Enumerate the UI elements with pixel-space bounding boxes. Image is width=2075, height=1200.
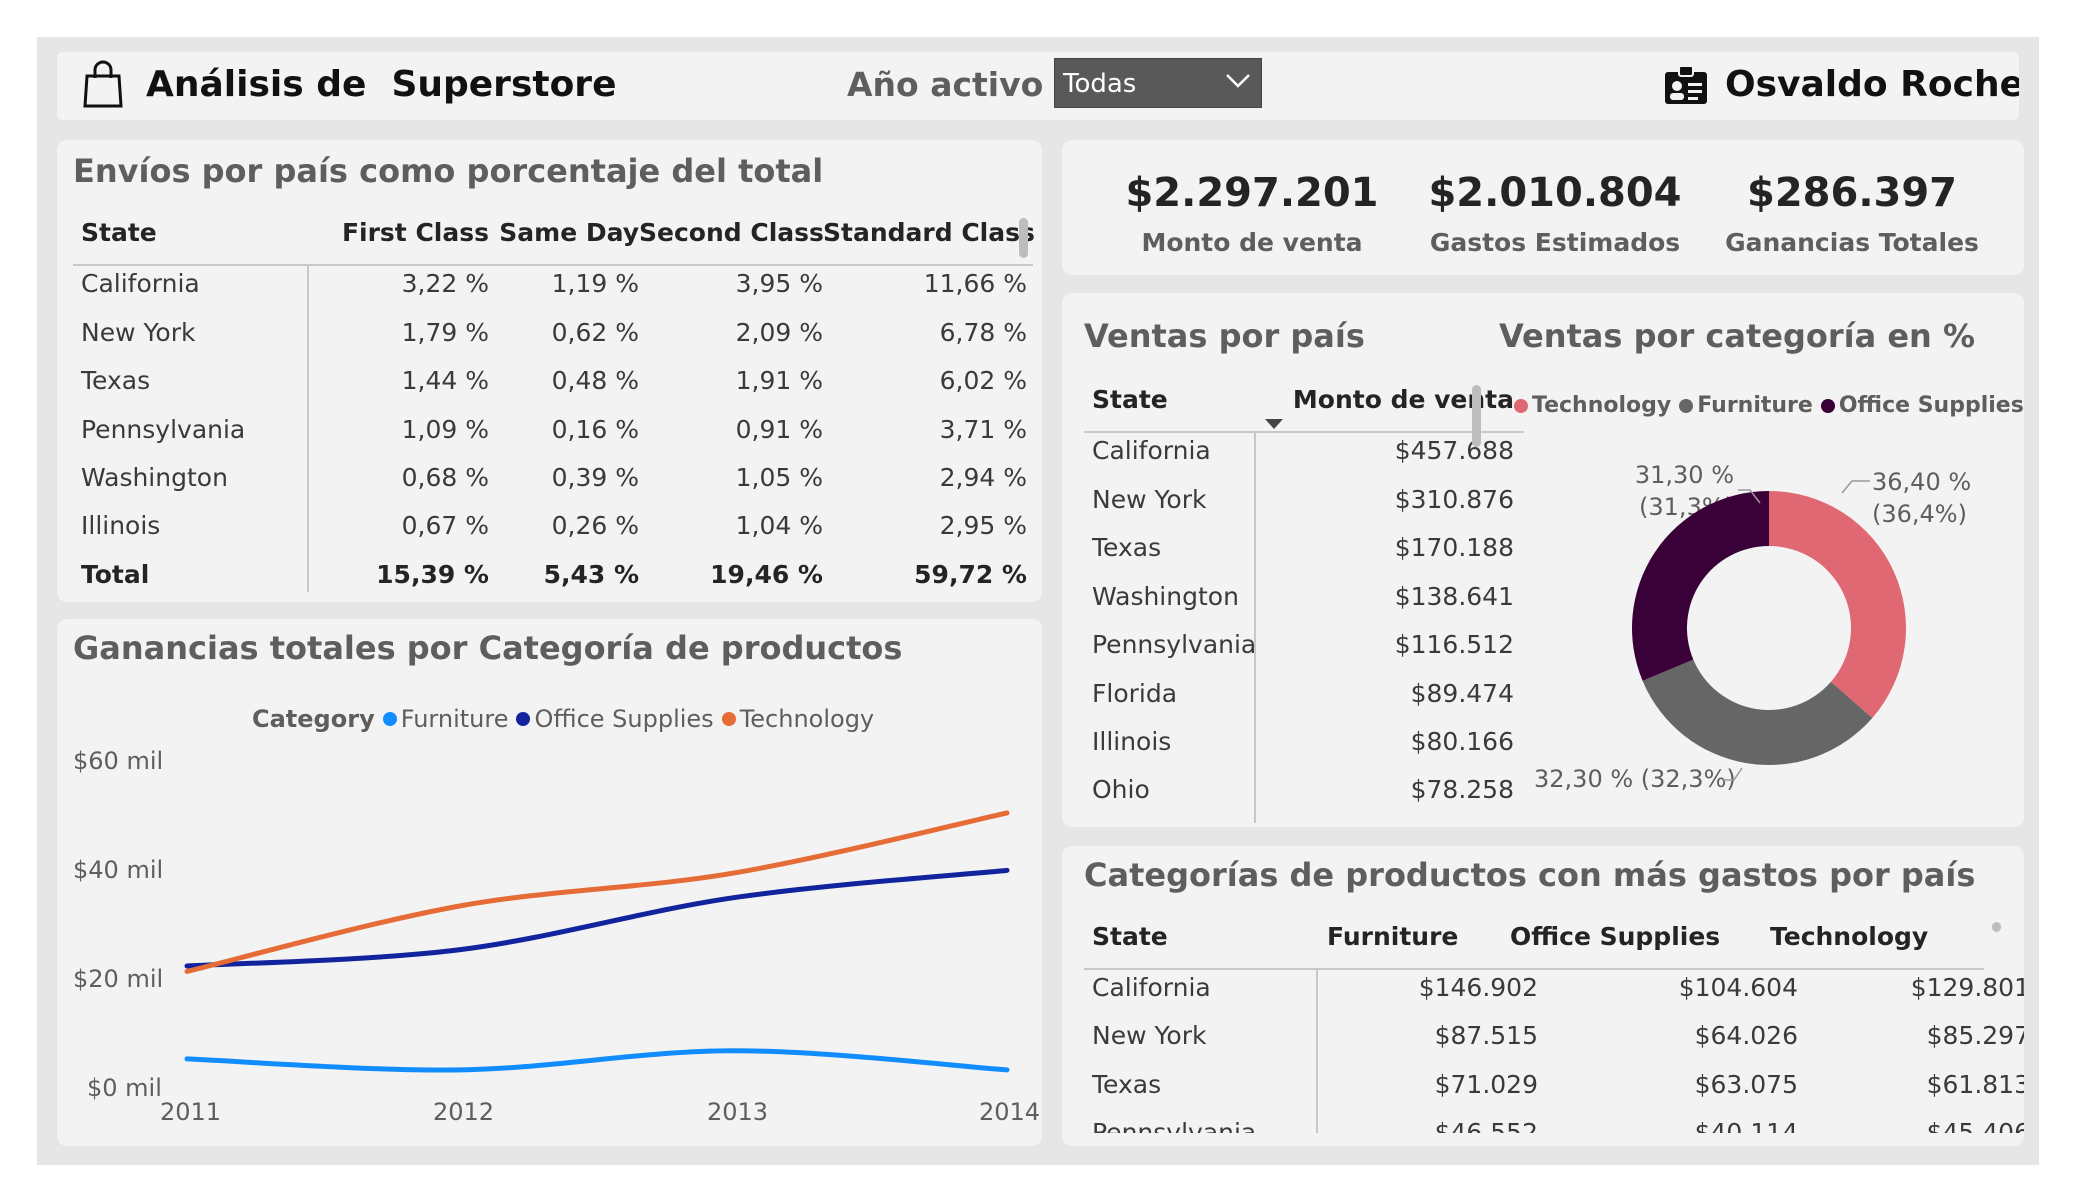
donut-slice-office-supplies[interactable] <box>1632 491 1769 681</box>
cell-value: $146.902 <box>1418 973 1538 1002</box>
cell-value: 0,91 % <box>735 415 823 444</box>
col-header-furniture[interactable]: Furniture <box>1327 922 1458 951</box>
shipments-scrollbar[interactable] <box>1019 218 1028 258</box>
cell-value: 1,79 % <box>401 318 489 347</box>
cell-value: 3,95 % <box>735 269 823 298</box>
year-filter-label: Año activo <box>847 65 1044 104</box>
column-divider <box>1316 970 1318 1133</box>
cell-state: Pennsylvania <box>81 415 246 444</box>
kpi-profit-value: $286.397 <box>1746 170 1958 216</box>
kpi-profit-label: Ganancias Totales <box>1725 228 1979 257</box>
cell-state: Washington <box>81 463 228 492</box>
cell-value: 6,02 % <box>939 366 1027 395</box>
year-dropdown[interactable]: Todas <box>1054 58 1262 108</box>
cell-value: 3,22 % <box>401 269 489 298</box>
cell-value: 3,71 % <box>939 415 1027 444</box>
cell-state: California <box>1092 973 1211 1002</box>
leader-line-technology <box>1841 480 1870 494</box>
cell-value: $46.552 <box>1434 1118 1538 1133</box>
cell-value: 1,44 % <box>401 366 489 395</box>
series-line-office-supplies[interactable] <box>184 867 1010 969</box>
year-dropdown-value: Todas <box>1063 69 1137 99</box>
col-header-office-supplies[interactable]: Office Supplies <box>1510 922 1720 951</box>
cell-value: 0,68 % <box>401 463 489 492</box>
cell-state: Texas <box>1092 1070 1162 1099</box>
cell-value: 0,62 % <box>551 318 639 347</box>
profit-line-chart-card: Ganancias totales por Categoría de produ… <box>57 619 1042 1146</box>
cell-value: $129.801 <box>1910 973 2024 1002</box>
cell-value: 1,19 % <box>551 269 639 298</box>
total-value: 5,43 % <box>543 560 639 589</box>
sales-card: Ventas por país State Monto de venta Cal… <box>1062 293 2024 827</box>
cell-value: $87.515 <box>1434 1021 1538 1050</box>
cell-value: $45.406 <box>1926 1118 2024 1133</box>
cell-value: 11,66 % <box>923 269 1027 298</box>
cell-value: 0,16 % <box>551 415 639 444</box>
cell-value: 0,48 % <box>551 366 639 395</box>
col-header-same-day[interactable]: Same Day <box>489 218 639 247</box>
col-header-standard-class[interactable]: Standard Class <box>823 218 1035 247</box>
id-badge-icon <box>1665 65 1707 104</box>
cell-value: $104.604 <box>1678 973 1798 1002</box>
header-bar: Análisis de Superstore Año activo Todas … <box>57 52 2019 120</box>
col-header-state[interactable]: State <box>1092 922 1168 951</box>
cell-value: 1,04 % <box>735 511 823 540</box>
user-name: Osvaldo Roche <box>1725 64 2019 105</box>
cell-value: 1,09 % <box>401 415 489 444</box>
cell-value: $64.026 <box>1694 1021 1798 1050</box>
chevron-down-icon <box>1226 74 1250 88</box>
cell-value: 0,39 % <box>551 463 639 492</box>
kpi-costs-value: $2.010.804 <box>1428 170 1682 216</box>
total-label: Total <box>81 560 150 589</box>
series-line-furniture[interactable] <box>184 1048 1010 1073</box>
kpi-card: $2.297.201 Monto de venta $2.010.804 Gas… <box>1062 140 2024 275</box>
cell-value: 1,05 % <box>735 463 823 492</box>
profit-line-chart[interactable] <box>57 619 1042 1146</box>
cell-value: 2,09 % <box>735 318 823 347</box>
shopping-bag-icon <box>83 60 123 108</box>
kpi-costs-label: Gastos Estimados <box>1429 228 1681 257</box>
category-costs-card: Categorías de productos con más gastos p… <box>1062 846 2024 1146</box>
kpi-sales-label: Monto de venta <box>1141 228 1363 257</box>
category-costs-scrollbar[interactable] <box>1992 922 2001 932</box>
header-divider <box>1084 968 1984 970</box>
total-value: 59,72 % <box>914 560 1027 589</box>
cell-value: $63.075 <box>1694 1070 1798 1099</box>
series-line-technology[interactable] <box>184 810 1010 974</box>
cell-value: 1,91 % <box>735 366 823 395</box>
header-divider <box>73 264 1033 266</box>
cell-value: 0,67 % <box>401 511 489 540</box>
cell-state: Illinois <box>81 511 161 540</box>
cell-state: New York <box>81 318 196 347</box>
cell-value: $85.297 <box>1926 1021 2024 1050</box>
cell-state: Pennsylvania <box>1092 1118 1257 1133</box>
cell-value: $40.114 <box>1694 1118 1798 1133</box>
total-value: 19,46 % <box>710 560 823 589</box>
shipments-table[interactable]: State First Class Same Day Second Class … <box>57 140 1042 602</box>
cell-state: Texas <box>81 366 151 395</box>
kpi-sales-value: $2.297.201 <box>1125 170 1379 216</box>
cell-value: 0,26 % <box>551 511 639 540</box>
shipments-card: Envíos por país como porcentaje del tota… <box>57 140 1042 602</box>
page-title: Análisis de Superstore <box>146 64 617 105</box>
category-costs-table[interactable]: State Furniture Office Supplies Technolo… <box>1062 846 2024 1133</box>
cell-value: 6,78 % <box>939 318 1027 347</box>
donut-slice-technology[interactable] <box>1769 491 1906 718</box>
cell-state: California <box>81 269 200 298</box>
cell-value: $61.813 <box>1926 1070 2024 1099</box>
category-donut-chart[interactable] <box>1062 293 2024 827</box>
cell-value: $71.029 <box>1434 1070 1538 1099</box>
leader-line-furniture <box>1722 767 1743 781</box>
col-header-technology[interactable]: Technology <box>1770 922 1928 951</box>
col-header-second-class[interactable]: Second Class <box>639 218 824 247</box>
total-value: 15,39 % <box>376 560 489 589</box>
cell-value: 2,94 % <box>939 463 1027 492</box>
cell-state: New York <box>1092 1021 1207 1050</box>
col-header-state[interactable]: State <box>81 218 157 247</box>
cell-value: 2,95 % <box>939 511 1027 540</box>
col-header-first-class[interactable]: First Class <box>297 218 489 247</box>
